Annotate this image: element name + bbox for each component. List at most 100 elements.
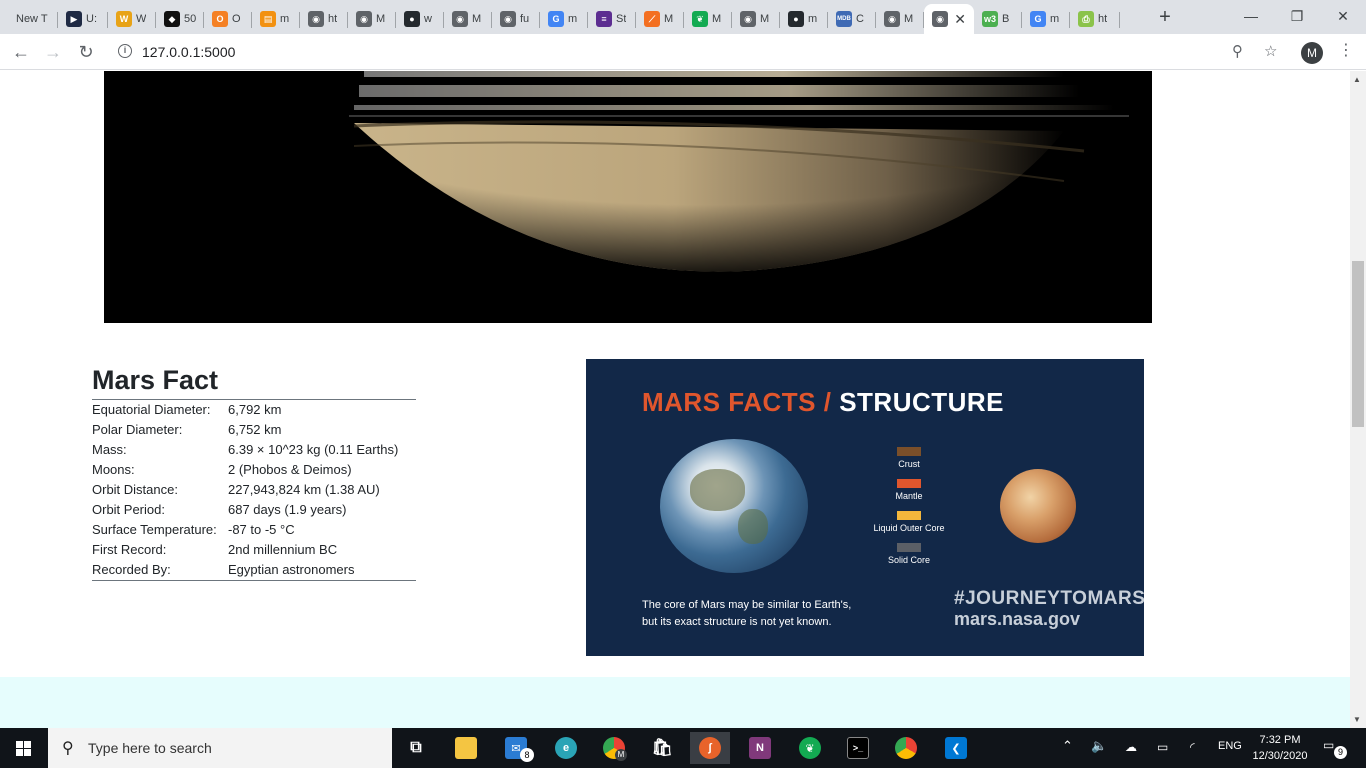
browser-tab[interactable]: ≡ St <box>588 4 636 34</box>
browser-tab[interactable]: ● w <box>396 4 444 34</box>
tab-favicon-icon: ◉ <box>452 11 468 27</box>
browser-tab[interactable]: OO <box>204 4 252 34</box>
windows-taskbar: ⚲ Type here to search ⧉ ✉ 8 e M 🛍 ʃ N ❦ … <box>0 728 1366 768</box>
legend-label: Crust <box>898 459 920 469</box>
fact-row: Surface Temperature: -87 to -5 °C <box>92 520 416 540</box>
browser-tab[interactable]: ⟋ M <box>636 4 684 34</box>
mars-facts-title: Mars Fact <box>92 365 219 395</box>
tab-favicon-icon: ● <box>788 11 804 27</box>
task-view-button[interactable]: ⧉ <box>396 732 436 764</box>
browser-tab[interactable]: ◉ M <box>732 4 780 34</box>
action-center-button[interactable]: ▭ 9 <box>1323 738 1347 759</box>
onedrive-error-icon[interactable]: ☁ <box>1125 740 1137 754</box>
browser-tab[interactable]: ◆ 50 <box>156 4 204 34</box>
address-bar[interactable]: i 127.0.0.1:5000 <box>108 38 1290 66</box>
vscode-app[interactable]: ❮ <box>936 732 976 764</box>
tab-favicon-icon: ◆ <box>164 11 180 27</box>
battery-icon[interactable]: ▭ <box>1157 740 1168 754</box>
file-explorer-app[interactable] <box>446 732 486 764</box>
tab-favicon-icon: W <box>116 11 132 27</box>
volume-icon[interactable]: 🔈 <box>1091 738 1107 754</box>
tab-favicon-icon: ▶ <box>66 11 82 27</box>
browser-tab[interactable]: ◉ ht <box>300 4 348 34</box>
taskbar-search[interactable]: ⚲ Type here to search <box>48 728 392 768</box>
tab-favicon-icon: ❦ <box>692 11 708 27</box>
browser-tab[interactable]: ● m <box>780 4 828 34</box>
fact-value: -87 to -5 °C <box>228 522 295 537</box>
browser-tab[interactable]: ⎙ ht <box>1070 4 1120 34</box>
tab-label: M <box>904 13 914 25</box>
scroll-down-arrow[interactable]: ▼ <box>1353 715 1361 724</box>
chrome-profile-app[interactable]: M <box>594 732 634 764</box>
tab-label: M <box>664 13 674 25</box>
mongodb-app[interactable]: ❦ <box>790 732 830 764</box>
tab-close-icon[interactable]: ✕ <box>954 11 966 28</box>
browser-tab[interactable]: ◉ fu <box>492 4 540 34</box>
taskbar-clock[interactable]: 7:32 PM 12/30/2020 <box>1248 732 1312 764</box>
fact-value: 6,752 km <box>228 422 282 437</box>
address-url[interactable]: 127.0.0.1:5000 <box>142 44 235 60</box>
edge-app[interactable]: e <box>546 732 586 764</box>
legend-swatch <box>897 479 921 488</box>
browser-tab[interactable]: ◉ ✕ <box>924 4 974 34</box>
tab-favicon-icon: ◉ <box>932 11 948 27</box>
browser-tab[interactable]: ◉ M <box>876 4 924 34</box>
minimize-button[interactable]: — <box>1228 4 1274 28</box>
back-button[interactable]: ← <box>8 39 34 65</box>
zoom-icon[interactable]: ⚲ <box>1232 42 1243 60</box>
browser-tab[interactable]: MDB C <box>828 4 876 34</box>
legend-item: Crust <box>868 447 950 469</box>
new-tab-button[interactable]: + <box>1154 6 1176 28</box>
anaconda-app[interactable]: ʃ <box>690 732 730 764</box>
fact-label: Orbit Distance: <box>92 482 178 497</box>
browser-tab[interactable]: ▶ U: <box>58 4 108 34</box>
fact-row: Equatorial Diameter: 6,792 km <box>92 400 416 421</box>
page-scrollbar[interactable]: ▲ ▼ <box>1350 71 1366 728</box>
language-indicator[interactable]: ENG <box>1218 740 1242 752</box>
browser-tab[interactable]: New T <box>8 4 58 34</box>
tab-label: W <box>136 13 147 25</box>
browser-tab[interactable]: ❦ M <box>684 4 732 34</box>
browser-tab[interactable]: Gm <box>1022 4 1070 34</box>
page-viewport: Mars Fact Equatorial Diameter: 6,792 km Po… <box>0 71 1350 728</box>
terminal-icon: >_ <box>847 737 869 759</box>
browser-tab[interactable]: ▤ m <box>252 4 300 34</box>
tab-favicon-icon: G <box>548 11 564 27</box>
store-app[interactable]: 🛍 <box>642 732 682 764</box>
tab-label: fu <box>520 13 530 25</box>
browser-tab[interactable]: ◉ M <box>444 4 492 34</box>
browser-tab[interactable]: Gm <box>540 4 588 34</box>
tray-chevron-icon[interactable]: ⌃ <box>1062 738 1073 754</box>
saturn-hero-image <box>104 71 1152 323</box>
fact-row: Mass: 6.39 × 10^23 kg (0.11 Earths) <box>92 440 416 460</box>
fact-row: Orbit Distance: 227,943,824 km (1.38 AU) <box>92 480 416 500</box>
browser-tab[interactable]: WW <box>108 4 156 34</box>
browser-tab[interactable]: w3 B <box>974 4 1022 34</box>
start-button[interactable] <box>0 728 48 768</box>
terminal-app[interactable]: >_ <box>838 732 878 764</box>
browser-tab[interactable]: ◉ M <box>348 4 396 34</box>
restore-button[interactable]: ❐ <box>1274 4 1320 28</box>
wifi-icon[interactable]: ◜ <box>1190 740 1195 754</box>
tab-favicon-icon: O <box>212 11 228 27</box>
profile-avatar[interactable]: M <box>1301 42 1323 64</box>
tab-label: m <box>568 13 578 25</box>
legend-label: Liquid Outer Core <box>873 523 945 533</box>
chrome-app[interactable] <box>886 732 926 764</box>
scroll-up-arrow[interactable]: ▲ <box>1353 75 1361 84</box>
scroll-thumb[interactable] <box>1352 261 1364 427</box>
mail-app[interactable]: ✉ 8 <box>496 732 536 764</box>
reload-button[interactable]: ↻ <box>73 39 99 65</box>
tab-favicon-icon: w3 <box>982 11 998 27</box>
forward-button[interactable]: → <box>40 39 66 65</box>
close-window-button[interactable]: ✕ <box>1320 4 1366 28</box>
tab-favicon-icon: ≡ <box>596 11 612 27</box>
menu-kebab-icon[interactable]: ⋮ <box>1338 40 1354 60</box>
tab-separator <box>1119 12 1120 28</box>
tab-favicon-icon: ◉ <box>884 11 900 27</box>
onenote-app[interactable]: N <box>740 732 780 764</box>
taskbar-search-placeholder[interactable]: Type here to search <box>88 740 212 756</box>
bookmark-star-icon[interactable]: ☆ <box>1264 42 1277 60</box>
edge-icon: e <box>555 737 577 759</box>
site-info-icon[interactable]: i <box>118 44 132 58</box>
